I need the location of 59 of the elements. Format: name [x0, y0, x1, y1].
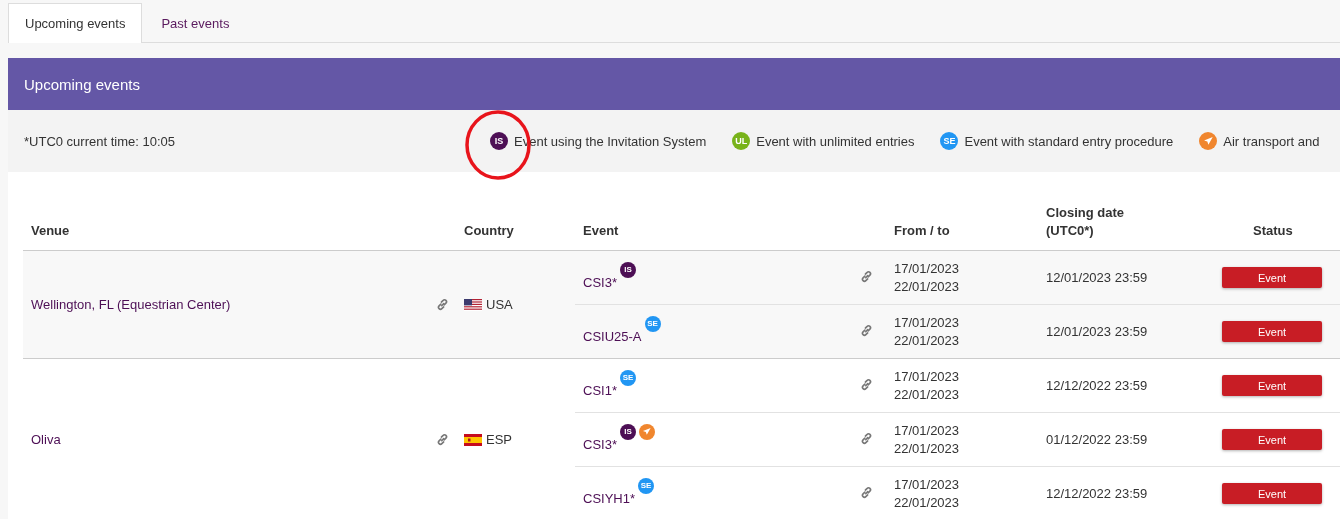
link-icon[interactable] [436, 433, 449, 446]
link-icon[interactable] [436, 298, 449, 311]
status-button[interactable]: Event [1222, 429, 1322, 450]
start-date: 17/01/2023 [894, 421, 961, 440]
start-date: 17/01/2023 [894, 259, 961, 278]
link-icon[interactable] [860, 323, 873, 337]
closing-date: 12/12/2022 23:59 [1046, 486, 1148, 501]
event-link[interactable]: CSI3* [583, 274, 617, 290]
column-header: Event [583, 222, 619, 240]
legend-label: Event with unlimited entries [756, 133, 915, 149]
event-link[interactable]: CSIYH1* [583, 490, 636, 506]
start-date: 17/01/2023 [894, 475, 961, 494]
end-date: 22/01/2023 [894, 331, 961, 350]
column-header: From / to [894, 222, 950, 240]
badge: UL [732, 132, 751, 150]
flag-icon [464, 433, 482, 446]
closing-date: 12/01/2023 23:59 [1046, 270, 1148, 285]
end-date: 22/01/2023 [894, 439, 961, 458]
venue-name[interactable]: Wellington, FL (Equestrian Center) [31, 297, 231, 312]
column-header: Country [464, 222, 514, 240]
country-code: USA [486, 297, 513, 312]
end-date: 22/01/2023 [894, 277, 961, 296]
legend-label: Event with standard entry procedure [964, 133, 1174, 149]
badge: SE [638, 477, 655, 494]
flag-icon [464, 298, 482, 311]
event-link[interactable]: CSI3* [583, 436, 617, 452]
badge: SE [619, 369, 636, 386]
badge: IS [490, 132, 508, 150]
closing-date: 01/12/2022 23:59 [1046, 432, 1148, 447]
link-icon[interactable] [860, 377, 873, 391]
status-button[interactable]: Event [1222, 321, 1322, 342]
badge: IS [619, 423, 636, 440]
link-icon[interactable] [860, 431, 873, 445]
column-header: Status [1253, 222, 1293, 240]
closing-date: 12/01/2023 23:59 [1046, 324, 1148, 339]
current-time: *UTC0 current time: 10:05 [24, 133, 176, 149]
status-button[interactable]: Event [1222, 483, 1322, 504]
status-button[interactable]: Event [1222, 267, 1322, 288]
event-link[interactable]: CSI1* [583, 382, 617, 398]
tab[interactable]: Past events [144, 3, 247, 43]
legend-label: Air transport and [1223, 133, 1320, 149]
event-link[interactable]: CSIU25-A [583, 328, 642, 344]
badge: IS [619, 261, 636, 278]
status-button[interactable]: Event [1222, 375, 1322, 396]
venue-name[interactable]: Oliva [31, 432, 61, 447]
tab[interactable]: Upcoming events [8, 3, 143, 43]
badge: SE [940, 132, 959, 150]
column-header: Closing date (UTC0*) [1046, 204, 1125, 240]
closing-date: 12/12/2022 23:59 [1046, 378, 1148, 393]
end-date: 22/01/2023 [894, 385, 961, 404]
country-code: ESP [486, 432, 512, 447]
badge: SE [644, 315, 661, 332]
link-icon[interactable] [860, 485, 873, 499]
link-icon[interactable] [860, 269, 873, 283]
end-date: 22/01/2023 [894, 493, 961, 512]
start-date: 17/01/2023 [894, 313, 961, 332]
column-header: Venue [31, 222, 70, 240]
start-date: 17/01/2023 [894, 367, 961, 386]
panel-title: Upcoming events [24, 75, 140, 93]
